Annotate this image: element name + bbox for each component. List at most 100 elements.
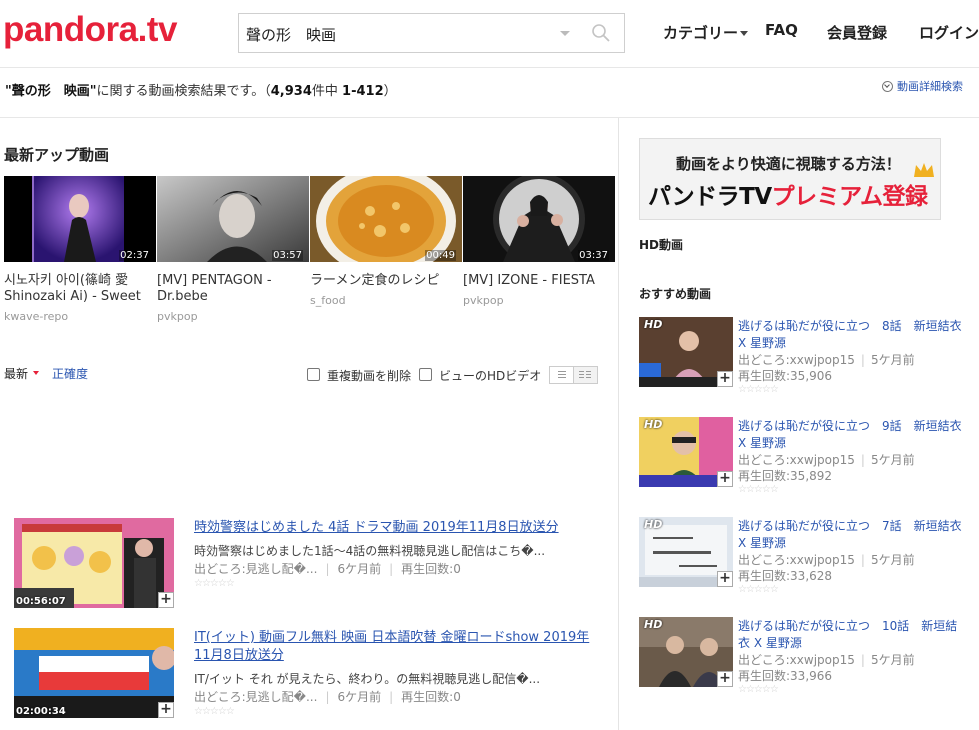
remove-duplicates-checkbox[interactable] [307,368,320,381]
meta-separator: | [860,553,865,567]
duration-label: 03:57 [272,250,303,261]
hd-badge: HD [644,318,663,331]
latest-video-title-1[interactable]: 시노자키 아이(篠崎 愛 Shinozaki Ai) - Sweet [4,273,154,305]
duration-label: 00:56:07 [16,596,66,607]
meta-separator: | [389,690,394,704]
rec-video-thumb-3[interactable]: HD + [639,517,733,587]
sort-newest[interactable]: 最新 [4,365,39,382]
premium-banner[interactable]: 動画をより快適に視聴する方法！ パンドラTVプレミアム登録 [639,138,941,220]
list-icon [558,371,566,372]
nav-category[interactable]: カテゴリー [663,22,749,43]
chevron-circle-icon [882,81,893,92]
list-video-thumb-1[interactable]: 00:56:07 + [14,518,174,608]
search-input[interactable]: 聲の形 映画 [246,24,336,45]
rec-video-age: 5ケ月前 [870,453,915,467]
recommended-title: おすすめ動画 [639,287,712,301]
latest-video-thumb-3[interactable]: 00:49 [310,176,462,262]
meta-separator: | [389,562,394,576]
list-video-meta-2: 出どころ:見逃し配�... | 6ケ月前 | 再生回数:0 [194,688,461,705]
rec-video-thumb-1[interactable]: HD + [639,317,733,387]
meta-separator: | [860,453,865,467]
rec-video-thumb-2[interactable]: HD + [639,417,733,487]
banner-cta: パンドラTVプレミアム登録 [648,177,928,211]
rec-video-meta-1: 出どころ:xxwjpop15 | 5ケ月前 [738,351,915,368]
thumbnail-image [14,518,174,608]
duration-label: 02:00:34 [16,706,66,717]
header-divider [0,67,979,68]
latest-video-title-4[interactable]: [MV] IZONE - FIESTA [463,273,613,289]
meta-separator: | [325,690,330,704]
result-range: 1-412 [342,84,384,99]
crown-icon [914,163,934,177]
rec-video-views-2: 再生回数:35,892 [738,469,833,483]
add-to-playlist-button[interactable]: + [158,592,174,608]
grid-view-button[interactable] [574,367,597,383]
nav-register[interactable]: 会員登録 [827,22,887,43]
latest-video-thumb-2[interactable]: 03:57 [157,176,309,262]
nav-category-label: カテゴリー [663,24,739,42]
list-video-views: 再生回数:0 [401,690,461,704]
rec-video-meta-4: 出どころ:xxwjpop15 | 5ケ月前 [738,651,915,668]
add-to-playlist-button[interactable]: + [158,702,174,718]
rec-video-source[interactable]: 出どころ:xxwjpop15 [738,453,855,467]
meta-separator: | [860,353,865,367]
list-video-title-1[interactable]: 時効警察はじめました 4話 ドラマ動画 2019年11月8日放送分 [194,519,594,537]
latest-video-source-4[interactable]: pvkpop [463,294,504,307]
nav-faq[interactable]: FAQ [765,21,798,39]
rating-stars: ☆☆☆☆☆ [738,584,779,595]
hd-badge: HD [644,518,663,531]
latest-video-title-3[interactable]: ラーメン定食のレシピ [310,273,460,289]
add-to-playlist-button[interactable]: + [717,471,733,487]
list-video-meta-1: 出どころ:見逃し配�... | 6ケ月前 | 再生回数:0 [194,560,461,577]
rating-stars: ☆☆☆☆☆ [738,384,779,395]
result-total: 4,934 [270,84,312,99]
search-box[interactable]: 聲の形 映画 [238,13,625,53]
list-video-views: 再生回数:0 [401,562,461,576]
rating-stars: ☆☆☆☆☆ [738,684,779,695]
list-video-source[interactable]: 出どころ:見逃し配�... [194,690,317,704]
rec-video-title-4[interactable]: 逃げるは恥だが役に立つ 10話 新垣結衣 X 星野源 [738,618,968,652]
latest-video-thumb-1[interactable]: 02:37 [4,176,156,262]
add-to-playlist-button[interactable]: + [717,371,733,387]
caret-down-icon [740,31,749,36]
rec-video-views-4: 再生回数:33,966 [738,669,833,683]
rec-video-source[interactable]: 出どころ:xxwjpop15 [738,653,855,667]
rating-stars: ☆☆☆☆☆ [194,706,235,717]
list-view-button[interactable] [550,367,574,383]
hd-view-checkbox[interactable] [419,368,432,381]
latest-video-source-1[interactable]: kwave-repo [4,310,68,323]
hd-video-title[interactable]: HD動画 [639,236,683,253]
content-divider [0,117,979,118]
result-query: "聲の形 映画" [5,84,97,99]
latest-video-title-2[interactable]: [MV] PENTAGON - Dr.bebe [157,273,307,305]
list-video-thumb-2[interactable]: 02:00:34 + [14,628,174,718]
duration-label: 00:49 [425,250,456,261]
latest-video-source-3[interactable]: s_food [310,294,346,307]
nav-login[interactable]: ログイン [919,22,979,43]
rec-video-source[interactable]: 出どころ:xxwjpop15 [738,553,855,567]
sort-accuracy[interactable]: 正確度 [52,365,88,382]
pandora-logo[interactable]: pandora.tv [3,10,177,50]
list-video-desc-2: IT/イット それ が見えたら、終わり。の無料視聴見逃し配信�... [194,672,541,686]
search-icon[interactable] [591,23,611,43]
remove-duplicates-label[interactable]: 重複動画を削除 [327,367,411,384]
latest-video-thumb-4[interactable]: 03:37 [463,176,615,262]
latest-video-source-2[interactable]: pvkpop [157,310,198,323]
grid-icon-right [586,371,591,372]
rec-video-title-3[interactable]: 逃げるは恥だが役に立つ 7話 新垣結衣 X 星野源 [738,518,968,552]
list-video-title-2[interactable]: IT(イット) 動画フル無料 映画 日本語吹替 金曜ロードshow 2019年1… [194,629,594,665]
add-to-playlist-button[interactable]: + [717,571,733,587]
chevron-down-icon[interactable] [560,31,570,36]
rec-video-title-2[interactable]: 逃げるは恥だが役に立つ 9話 新垣結衣 X 星野源 [738,418,968,452]
view-toggle[interactable] [549,366,598,384]
add-to-playlist-button[interactable]: + [717,671,733,687]
logo-suffix: .tv [137,10,178,49]
rec-video-meta-2: 出どころ:xxwjpop15 | 5ケ月前 [738,451,915,468]
rec-video-title-1[interactable]: 逃げるは恥だが役に立つ 8話 新垣結衣 X 星野源 [738,318,968,352]
advanced-search-link[interactable]: 動画詳細検索 [882,78,963,94]
rec-video-source[interactable]: 出どころ:xxwjpop15 [738,353,855,367]
list-video-source[interactable]: 出どころ:見逃し配�... [194,562,317,576]
rec-video-thumb-4[interactable]: HD + [639,617,733,687]
banner-headline: 動画をより快適に視聴する方法！ [676,155,901,173]
hd-view-label[interactable]: ビューのHDビデオ [439,367,541,384]
